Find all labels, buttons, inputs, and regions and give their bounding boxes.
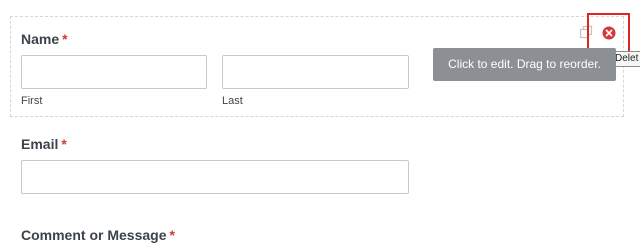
last-sublabel: Last	[222, 95, 243, 107]
required-asterisk: *	[62, 31, 68, 47]
comment-label-text: Comment or Message	[21, 227, 167, 243]
required-asterisk: *	[61, 136, 67, 152]
required-asterisk: *	[169, 227, 175, 243]
name-label-text: Name	[21, 31, 60, 47]
delete-icon[interactable]	[602, 26, 616, 40]
email-input[interactable]	[21, 160, 409, 194]
comment-label: Comment or Message *	[21, 227, 175, 243]
first-name-input[interactable]	[21, 55, 207, 89]
email-label-text: Email	[21, 136, 59, 152]
edit-reorder-tooltip: Click to edit. Drag to reorder.	[433, 48, 616, 81]
name-label: Name *	[21, 31, 68, 47]
last-name-input[interactable]	[222, 55, 409, 89]
first-sublabel: First	[21, 95, 43, 107]
email-label: Email *	[21, 136, 67, 152]
